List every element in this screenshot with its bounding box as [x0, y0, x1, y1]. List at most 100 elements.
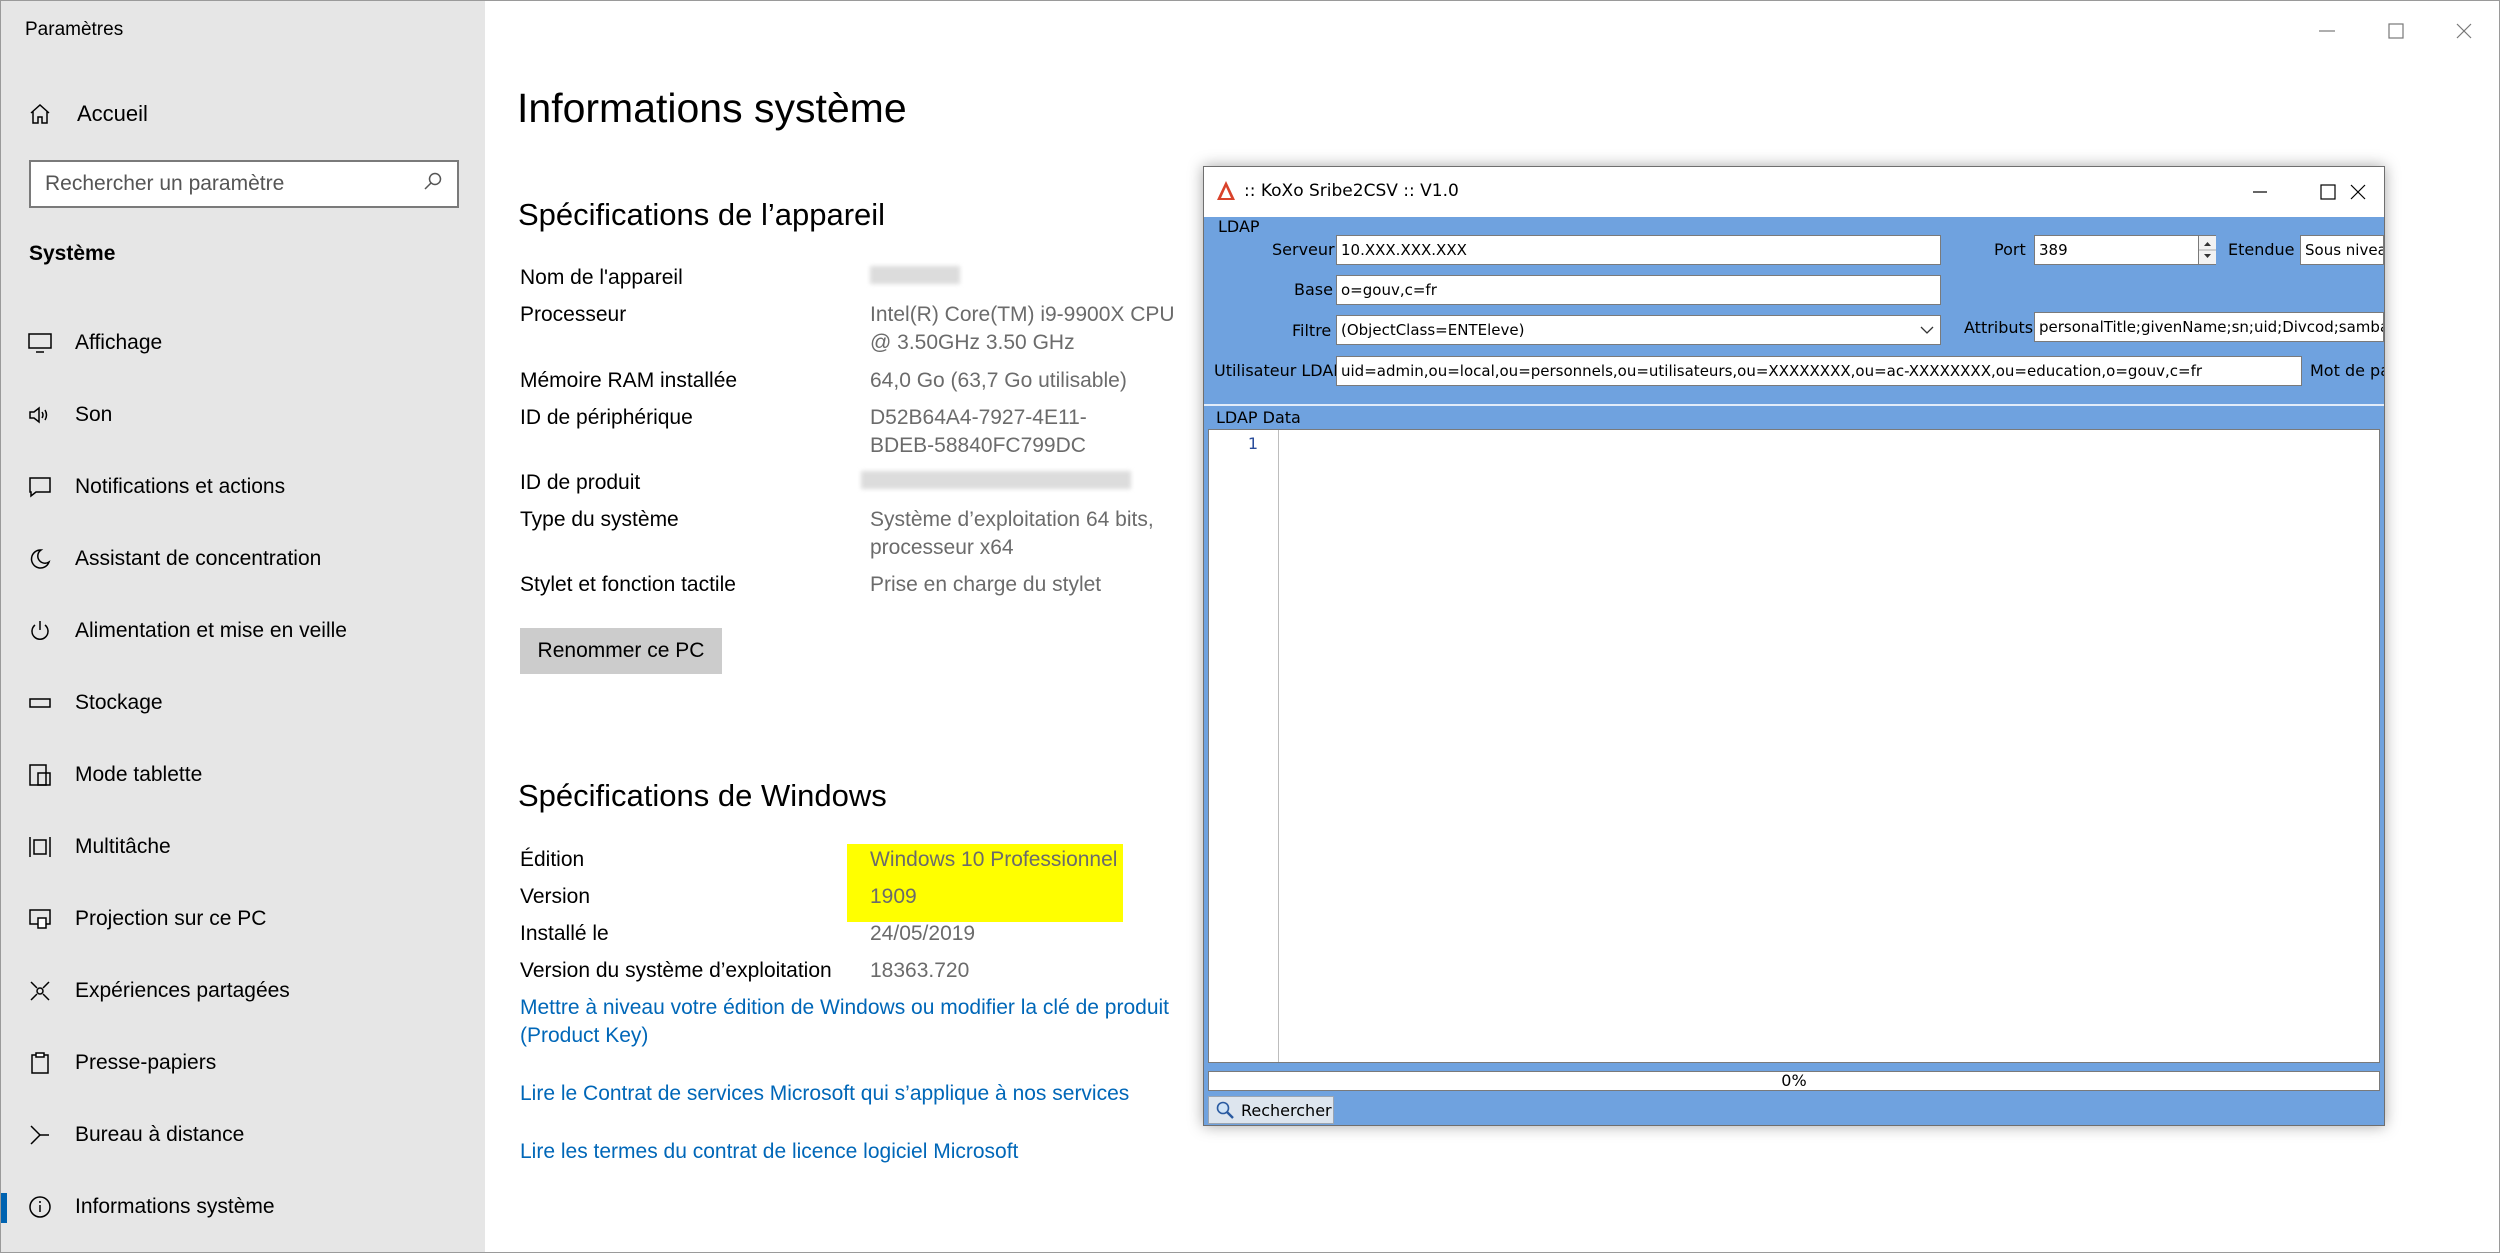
sidebar-item-son[interactable]: Son — [1, 385, 485, 445]
sidebar-item-informations[interactable]: Informations système — [1, 1177, 485, 1237]
attributs-input[interactable]: personalTitle;givenName;sn;uid;Divcod;sa… — [2034, 312, 2384, 342]
port-stepper[interactable] — [2198, 236, 2216, 264]
ldap-data-editor[interactable]: 1 — [1208, 429, 2380, 1063]
base-label: Base — [1294, 280, 1333, 299]
storage-icon — [27, 690, 53, 716]
ldap-group-label: LDAP — [1218, 217, 1260, 236]
user-ldap-label: Utilisateur LDAP — [1214, 361, 1343, 380]
minimize-button[interactable] — [2311, 15, 2343, 47]
sidebar-item-label: Informations système — [75, 1195, 275, 1218]
magnifier-icon — [1216, 1101, 1234, 1119]
sidebar-item-label: Alimentation et mise en veille — [75, 619, 347, 642]
display-icon — [27, 330, 53, 356]
section-label: Système — [29, 242, 116, 265]
close-icon — [2350, 184, 2366, 200]
services-agreement-link[interactable]: Lire le Contrat de services Microsoft qu… — [520, 1080, 1320, 1108]
sidebar-item-multitache[interactable]: Multitâche — [1, 817, 485, 877]
etendue-select[interactable]: Sous niveau — [2300, 235, 2384, 265]
sidebar-item-alimentation[interactable]: Alimentation et mise en veille — [1, 601, 485, 661]
spec-label: Version — [520, 885, 591, 908]
sidebar-item-label: Mode tablette — [75, 763, 203, 786]
filtre-select[interactable]: (ObjectClass=ENTEleve) — [1336, 315, 1941, 345]
sidebar-item-label: Multitâche — [75, 835, 171, 858]
home-icon — [27, 101, 53, 127]
license-terms-link[interactable]: Lire les termes du contrat de licence lo… — [520, 1138, 1320, 1166]
sidebar-item-label: Notifications et actions — [75, 475, 286, 498]
attributs-label: Attributs — [1964, 318, 2034, 337]
moon-icon — [27, 546, 53, 572]
progress-bar: 0% — [1208, 1071, 2380, 1091]
sidebar-item-presse-papiers[interactable]: Presse-papiers — [1, 1033, 485, 1093]
stepper-arrows-icon — [2199, 242, 2216, 258]
spec-label: Installé le — [520, 922, 609, 945]
koxo-titlebar: :: KoXo Sribe2CSV :: V1.0 — [1204, 167, 2384, 217]
sidebar-item-label: Stockage — [75, 691, 163, 714]
rechercher-label: Rechercher — [1241, 1100, 1332, 1120]
line-gutter: 1 — [1209, 430, 1279, 1062]
koxo-close-button[interactable] — [2342, 176, 2374, 208]
remote-desktop-icon — [27, 1122, 53, 1148]
minimize-icon — [2253, 191, 2267, 193]
upgrade-edition-link[interactable]: Mettre à niveau votre édition de Windows… — [520, 994, 1220, 1050]
minimize-icon — [2319, 30, 2335, 32]
close-icon — [2456, 23, 2472, 39]
koxo-title: :: KoXo Sribe2CSV :: V1.0 — [1244, 181, 1459, 201]
sidebar-item-notifications[interactable]: Notifications et actions — [1, 457, 485, 517]
spec-value: 18363.720 — [870, 959, 970, 982]
port-input[interactable]: 389 — [2034, 235, 2216, 265]
maximize-icon — [2388, 23, 2404, 39]
spec-label: Version du système d’exploitation — [520, 959, 832, 982]
info-icon — [27, 1194, 53, 1220]
divider — [1204, 404, 2384, 406]
sidebar-item-label: Affichage — [75, 331, 163, 354]
sidebar-item-label: Bureau à distance — [75, 1123, 245, 1146]
notification-icon — [27, 474, 53, 500]
sidebar-item-experiences[interactable]: Expériences partagées — [1, 961, 485, 1021]
line-number: 1 — [1247, 434, 1258, 453]
filtre-value: (ObjectClass=ENTEleve) — [1341, 321, 1525, 339]
tablet-icon — [27, 762, 53, 788]
maximize-button[interactable] — [2380, 15, 2412, 47]
window-title: Paramètres — [25, 19, 124, 40]
speaker-icon — [27, 402, 53, 428]
search-input[interactable]: Rechercher un paramètre — [29, 160, 459, 208]
koxo-window: :: KoXo Sribe2CSV :: V1.0 LDAP Serveur 1… — [1203, 166, 2385, 1126]
serveur-input[interactable]: 10.XXX.XXX.XXX — [1336, 235, 1941, 265]
spec-value: 1909 — [870, 885, 917, 908]
spec-value: 24/05/2019 — [870, 922, 976, 945]
power-icon — [27, 618, 53, 644]
etendue-label: Etendue — [2228, 240, 2295, 259]
search-placeholder: Rechercher un paramètre — [45, 172, 285, 195]
rechercher-button[interactable]: Rechercher — [1208, 1096, 1334, 1124]
password-label: Mot de passe — [2310, 361, 2384, 380]
user-ldap-input[interactable]: uid=admin,ou=local,ou=personnels,ou=util… — [1336, 356, 2302, 386]
sidebar-item-label: Presse-papiers — [75, 1051, 217, 1074]
sidebar-item-label: Expériences partagées — [75, 979, 290, 1002]
sidebar-item-label: Assistant de concentration — [75, 547, 322, 570]
clipboard-icon — [27, 1050, 53, 1076]
port-label: Port — [1994, 240, 2026, 259]
sidebar-item-affichage[interactable]: Affichage — [1, 313, 485, 373]
close-button[interactable] — [2448, 15, 2480, 47]
sidebar-item-concentration[interactable]: Assistant de concentration — [1, 529, 485, 589]
koxo-logo-icon — [1217, 181, 1235, 200]
sidebar-item-tablette[interactable]: Mode tablette — [1, 745, 485, 805]
koxo-maximize-button[interactable] — [2312, 176, 2344, 208]
sidebar-item-projection[interactable]: Projection sur ce PC — [1, 889, 485, 949]
sidebar: Paramètres Accueil Rechercher un paramèt… — [1, 1, 485, 1252]
chevron-down-icon — [1920, 326, 1934, 334]
sidebar-item-bureau-distance[interactable]: Bureau à distance — [1, 1105, 485, 1165]
maximize-icon — [2320, 184, 2336, 200]
search-icon — [423, 171, 443, 197]
ldap-data-group-label: LDAP Data — [1216, 408, 1301, 427]
home-label: Accueil — [77, 101, 148, 126]
base-input[interactable]: o=gouv,c=fr — [1336, 275, 1941, 305]
sidebar-item-stockage[interactable]: Stockage — [1, 673, 485, 733]
home-nav-item[interactable]: Accueil — [27, 96, 148, 132]
koxo-minimize-button[interactable] — [2244, 176, 2276, 208]
filtre-label: Filtre — [1292, 321, 1332, 340]
sidebar-item-label: Son — [75, 403, 113, 426]
spec-value: Windows 10 Professionnel — [870, 848, 1118, 871]
serveur-label: Serveur — [1272, 240, 1335, 259]
projection-icon — [27, 906, 53, 932]
